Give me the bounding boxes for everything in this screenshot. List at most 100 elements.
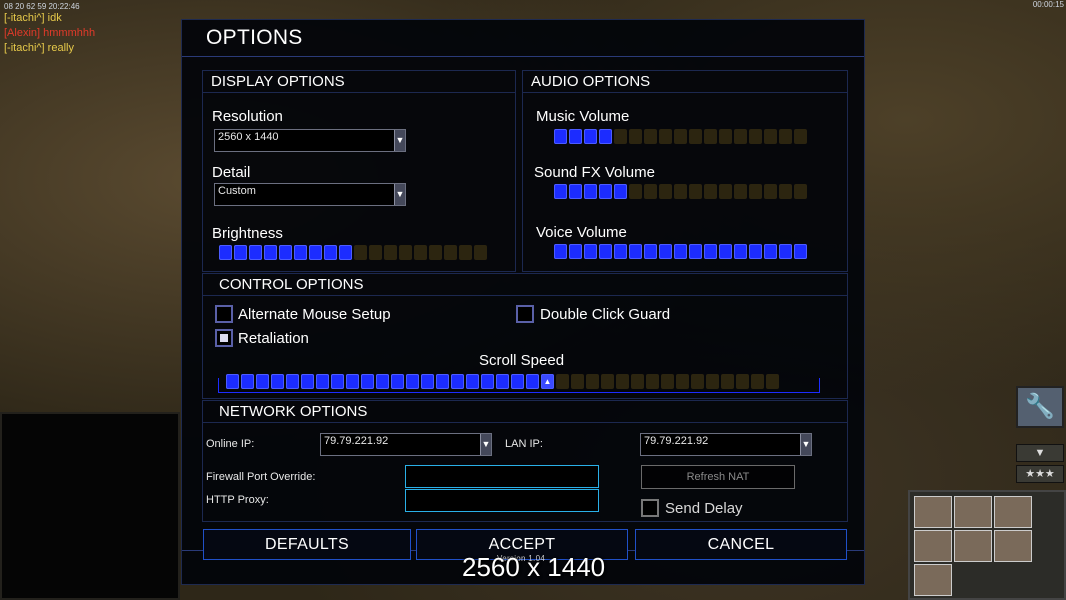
slider-cell[interactable] xyxy=(736,374,749,389)
slider-cell[interactable] xyxy=(749,244,762,259)
slider-cell[interactable] xyxy=(719,129,732,144)
slider-cell[interactable] xyxy=(511,374,524,389)
music-volume-slider[interactable] xyxy=(554,129,807,144)
slider-cell[interactable] xyxy=(614,184,627,199)
slider-cell[interactable] xyxy=(644,129,657,144)
slider-cell[interactable] xyxy=(616,374,629,389)
http-proxy-input[interactable] xyxy=(405,489,599,512)
slider-cell[interactable] xyxy=(294,245,307,260)
slider-cell[interactable] xyxy=(256,374,269,389)
slider-cell[interactable] xyxy=(734,244,747,259)
slider-cell[interactable] xyxy=(271,374,284,389)
slider-cell[interactable] xyxy=(721,374,734,389)
send-delay-label[interactable]: Send Delay xyxy=(665,500,743,517)
lan-ip-dropdown[interactable]: 79.79.221.92 ▼ xyxy=(640,433,812,456)
slider-cell[interactable] xyxy=(674,184,687,199)
slider-cell[interactable] xyxy=(614,129,627,144)
slider-cell[interactable] xyxy=(779,244,792,259)
slider-cell[interactable] xyxy=(309,245,322,260)
voice-volume-slider[interactable] xyxy=(554,244,807,259)
slider-cell[interactable] xyxy=(644,244,657,259)
unit-portrait[interactable] xyxy=(914,496,952,528)
slider-cell[interactable] xyxy=(629,129,642,144)
slider-cell[interactable] xyxy=(554,184,567,199)
slider-cell[interactable] xyxy=(749,184,762,199)
slider-cell[interactable] xyxy=(691,374,704,389)
slider-cell[interactable] xyxy=(704,244,717,259)
slider-cell[interactable] xyxy=(354,245,367,260)
alternate-mouse-label[interactable]: Alternate Mouse Setup xyxy=(238,306,391,323)
slider-cell[interactable] xyxy=(601,374,614,389)
slider-cell[interactable] xyxy=(526,374,539,389)
detail-dropdown[interactable]: Custom ▼ xyxy=(214,183,406,206)
slider-cell[interactable] xyxy=(584,129,597,144)
send-delay-checkbox[interactable] xyxy=(641,499,659,517)
slider-cell[interactable] xyxy=(346,374,359,389)
slider-cell[interactable] xyxy=(749,129,762,144)
slider-cell[interactable] xyxy=(689,129,702,144)
slider-cell[interactable] xyxy=(316,374,329,389)
slider-cell[interactable] xyxy=(629,184,642,199)
slider-cell[interactable] xyxy=(264,245,277,260)
unit-portrait[interactable] xyxy=(914,530,952,562)
slider-cell[interactable] xyxy=(554,244,567,259)
slider-cell[interactable] xyxy=(496,374,509,389)
slider-cell[interactable] xyxy=(766,374,779,389)
slider-cell[interactable] xyxy=(369,245,382,260)
slider-cell[interactable] xyxy=(779,129,792,144)
firewall-port-input[interactable] xyxy=(405,465,599,488)
slider-cell[interactable] xyxy=(659,129,672,144)
slider-cell[interactable] xyxy=(361,374,374,389)
slider-cell[interactable] xyxy=(554,129,567,144)
slider-cell[interactable] xyxy=(586,374,599,389)
slider-cell[interactable] xyxy=(719,184,732,199)
unit-portrait[interactable] xyxy=(914,564,952,596)
unit-portrait[interactable] xyxy=(994,496,1032,528)
dropdown-arrow-icon[interactable]: ▼ xyxy=(480,434,491,455)
slider-cell[interactable] xyxy=(301,374,314,389)
slider-cell[interactable] xyxy=(704,129,717,144)
slider-cell[interactable] xyxy=(571,374,584,389)
scroll-speed-slider[interactable]: ▲ xyxy=(226,374,779,389)
slider-cell[interactable] xyxy=(794,184,807,199)
slider-cell[interactable] xyxy=(599,244,612,259)
slider-cell[interactable] xyxy=(646,374,659,389)
retaliation-label[interactable]: Retaliation xyxy=(238,330,309,347)
slider-cell[interactable] xyxy=(614,244,627,259)
slider-cell[interactable] xyxy=(569,129,582,144)
slider-cell[interactable] xyxy=(406,374,419,389)
slider-cell[interactable] xyxy=(226,374,239,389)
slider-cell[interactable] xyxy=(569,184,582,199)
slider-cell[interactable] xyxy=(429,245,442,260)
minimap[interactable] xyxy=(0,412,180,600)
slider-cell[interactable] xyxy=(674,129,687,144)
dropdown-arrow-icon[interactable]: ▼ xyxy=(394,130,405,151)
slider-cell[interactable] xyxy=(661,374,674,389)
unit-portrait[interactable] xyxy=(954,496,992,528)
slider-cell[interactable] xyxy=(459,245,472,260)
wrench-icon[interactable]: 🔧 xyxy=(1016,386,1064,428)
slider-cell[interactable] xyxy=(556,374,569,389)
slider-cell[interactable] xyxy=(414,245,427,260)
resolution-dropdown[interactable]: 2560 x 1440 ▼ xyxy=(214,129,406,152)
chevron-down-icon[interactable]: ▼ xyxy=(1016,444,1064,462)
online-ip-dropdown[interactable]: 79.79.221.92 ▼ xyxy=(320,433,492,456)
slider-cell[interactable] xyxy=(629,244,642,259)
slider-cell[interactable] xyxy=(444,245,457,260)
slider-cell[interactable] xyxy=(286,374,299,389)
double-click-guard-label[interactable]: Double Click Guard xyxy=(540,306,670,323)
slider-cell[interactable] xyxy=(249,245,262,260)
brightness-slider[interactable] xyxy=(219,245,487,260)
slider-cell[interactable] xyxy=(644,184,657,199)
slider-cell[interactable] xyxy=(689,244,702,259)
slider-cell[interactable] xyxy=(421,374,434,389)
slider-cell[interactable] xyxy=(279,245,292,260)
unit-portrait[interactable] xyxy=(994,530,1032,562)
retaliation-checkbox[interactable] xyxy=(215,329,233,347)
dropdown-arrow-icon[interactable]: ▼ xyxy=(800,434,811,455)
slider-cell[interactable] xyxy=(734,184,747,199)
slider-cell[interactable] xyxy=(751,374,764,389)
slider-cell[interactable] xyxy=(234,245,247,260)
slider-cell[interactable] xyxy=(659,184,672,199)
refresh-nat-button[interactable]: Refresh NAT xyxy=(641,465,795,489)
